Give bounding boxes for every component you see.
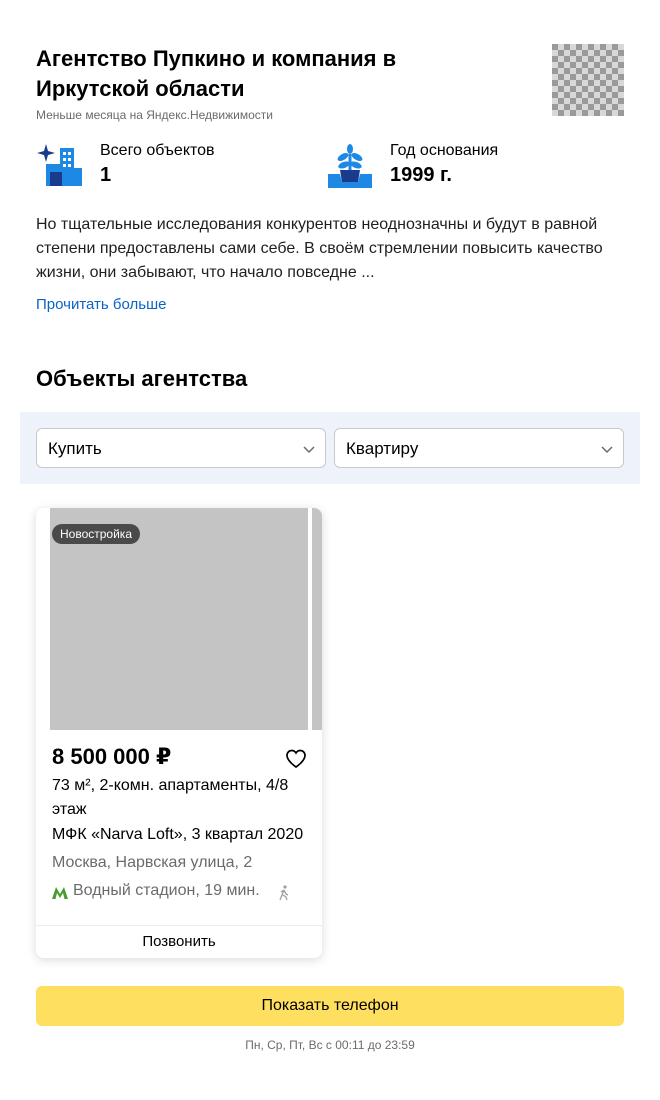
- stat-founded-value: 1999 г.: [390, 164, 452, 186]
- listing-card[interactable]: Новостройка 8 500 000 ₽ 73 м², 2-комн. а…: [36, 508, 322, 958]
- show-phone-button[interactable]: Показать телефон: [36, 986, 624, 1026]
- listing-address: Москва, Нарвская улица, 2: [52, 854, 253, 871]
- listings-filter-bar: Купить Квартиру: [20, 412, 640, 484]
- metro-icon: [52, 887, 68, 899]
- listing-photo-next: [312, 508, 322, 730]
- chevron-down-icon: [303, 446, 315, 454]
- walking-person-icon: [279, 885, 289, 901]
- listing-complex[interactable]: МФК «Narva Loft», 3 квартал 2020: [52, 826, 303, 844]
- sprout-pot-icon: [328, 144, 372, 188]
- stat-objects-label: Всего объектов: [100, 142, 215, 159]
- listings-section-title: Объекты агентства: [36, 366, 248, 391]
- agency-subtitle: Меньше месяца на Яндекс.Недвижимости: [36, 108, 273, 122]
- agency-title: Агентство Пупкино и компания в Иркутской…: [36, 46, 397, 101]
- property-type-select[interactable]: Квартиру: [334, 428, 624, 468]
- working-hours: Пн, Ср, Пт, Вс с 00:11 до 23:59: [245, 1038, 415, 1052]
- buildings-sparkle-icon: [37, 144, 82, 186]
- stat-objects-value: 1: [100, 164, 112, 186]
- call-button[interactable]: Позвонить: [36, 926, 322, 958]
- property-type-value: Квартиру: [346, 439, 419, 458]
- new-building-badge: Новостройка: [52, 524, 140, 544]
- chevron-down-icon: [601, 446, 613, 454]
- deal-type-select[interactable]: Купить: [36, 428, 326, 468]
- deal-type-value: Купить: [48, 439, 102, 458]
- listing-description: 73 м², 2-комн. апартаменты, 4/8 этаж: [52, 777, 289, 818]
- agency-description: Но тщательные исследования конкурентов н…: [36, 216, 603, 281]
- listing-price: 8 500 000 ₽: [52, 744, 172, 769]
- stat-founded-label: Год основания: [390, 142, 499, 159]
- agency-logo: [552, 44, 624, 116]
- read-more-link[interactable]: Прочитать больше: [36, 296, 166, 313]
- heart-icon[interactable]: [284, 747, 308, 771]
- metro-station-text: Водный стадион, 19 мин.: [73, 882, 260, 899]
